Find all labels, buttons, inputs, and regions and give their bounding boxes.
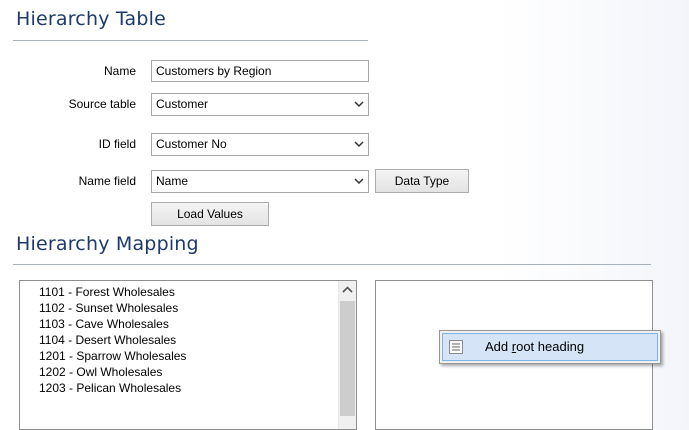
name-field-value: Name [156, 174, 189, 188]
list-item[interactable]: 1104 - Desert Wholesales [20, 332, 356, 348]
mapping-divider [13, 264, 651, 265]
list-item[interactable]: 1102 - Sunset Wholesales [20, 300, 356, 316]
context-menu: Add root heading [439, 330, 661, 364]
menu-text-suffix: oot heading [516, 339, 585, 354]
list-item[interactable]: 1103 - Cave Wholesales [20, 316, 356, 332]
name-field-select[interactable]: Name [151, 170, 369, 193]
name-field-label: Name field [78, 174, 136, 188]
id-field-label: ID field [98, 137, 136, 151]
hierarchy-mapping-title: Hierarchy Mapping [16, 233, 199, 255]
add-root-heading-menu-item[interactable]: Add root heading [442, 333, 658, 361]
scroll-up-arrow-icon[interactable] [339, 281, 356, 298]
add-root-heading-label: Add root heading [485, 334, 584, 360]
chevron-down-icon [354, 178, 364, 185]
name-label: Name [103, 64, 136, 78]
title-divider [13, 40, 368, 41]
list-item[interactable]: 1202 - Owl Wholesales [20, 364, 356, 380]
source-table-value: Customer [156, 97, 209, 111]
list-items: 1101 - Forest Wholesales 1102 - Sunset W… [20, 281, 356, 396]
source-values-list[interactable]: 1101 - Forest Wholesales 1102 - Sunset W… [19, 280, 357, 430]
vertical-scrollbar[interactable] [338, 281, 356, 429]
list-icon [449, 340, 463, 354]
hierarchy-table-title: Hierarchy Table [16, 8, 167, 30]
source-table-label: Source table [68, 97, 136, 111]
menu-text-prefix: Add [485, 339, 512, 354]
data-type-button[interactable]: Data Type [375, 169, 469, 193]
chevron-down-icon [354, 101, 364, 108]
id-field-value: Customer No [156, 137, 227, 151]
load-values-button[interactable]: Load Values [151, 202, 269, 226]
id-field-select[interactable]: Customer No [151, 133, 369, 156]
scrollbar-thumb[interactable] [340, 301, 355, 416]
list-item[interactable]: 1101 - Forest Wholesales [20, 284, 356, 300]
source-table-select[interactable]: Customer [151, 93, 369, 116]
list-item[interactable]: 1201 - Sparrow Wholesales [20, 348, 356, 364]
chevron-down-icon [354, 141, 364, 148]
list-item[interactable]: 1203 - Pelican Wholesales [20, 380, 356, 396]
name-input[interactable]: Customers by Region [151, 60, 369, 82]
